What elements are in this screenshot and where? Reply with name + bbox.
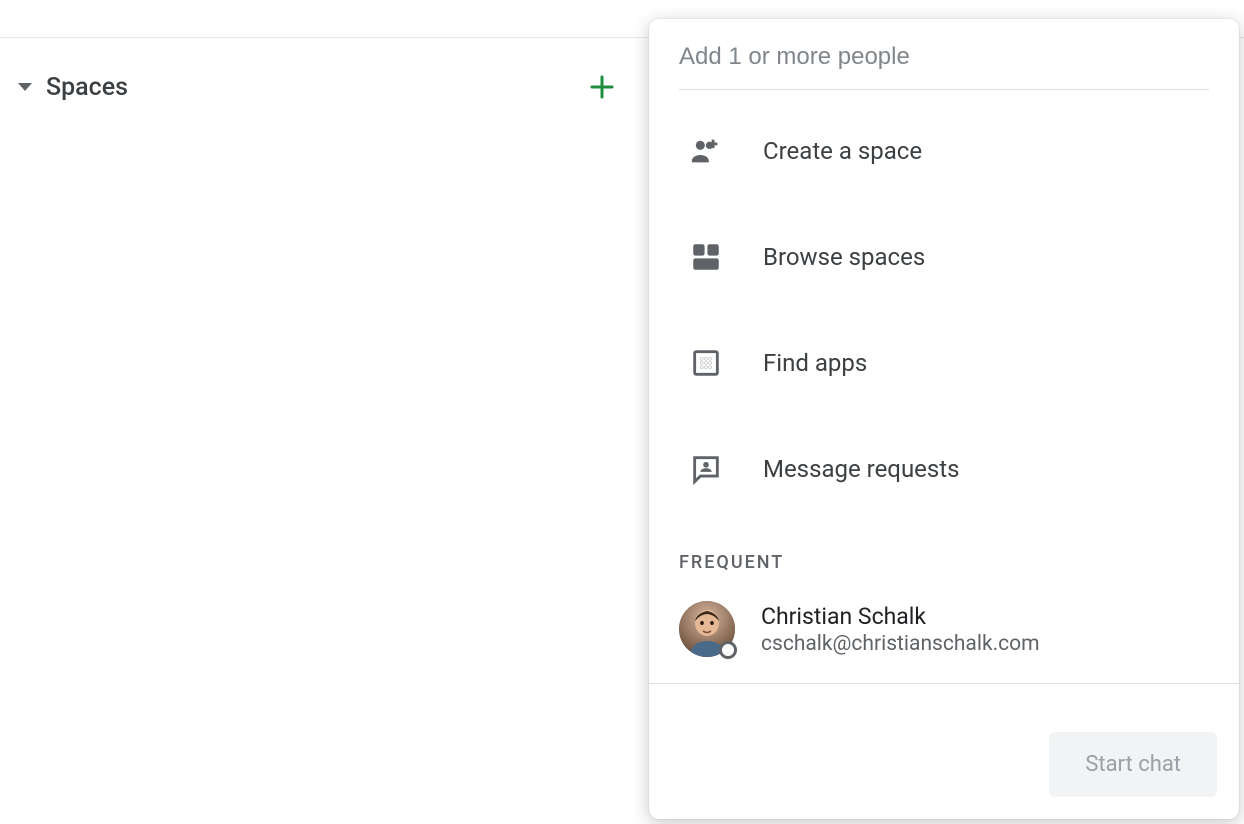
section-title: Spaces [46,73,582,102]
menu-item-create-space[interactable]: Create a space [649,98,1239,204]
start-chat-button[interactable]: Start chat [1049,732,1217,797]
menu-item-message-requests[interactable]: Message requests [649,416,1239,522]
menu-item-find-apps[interactable]: Find apps [649,310,1239,416]
caret-down-icon [18,83,32,91]
apps-icon [689,346,763,380]
spaces-section: Spaces [0,38,640,110]
new-chat-popup: Create a space Browse spaces Find apps M… [649,19,1239,819]
contact-email: cschalk@christianschalk.com [761,632,1040,656]
menu-item-browse-spaces[interactable]: Browse spaces [649,204,1239,310]
plus-icon [587,72,617,102]
menu-label: Find apps [763,349,867,377]
grid-icon [689,240,763,274]
menu-label: Create a space [763,137,922,165]
menu-label: Message requests [763,455,960,483]
spaces-section-header[interactable]: Spaces [0,38,640,110]
presence-idle-icon [719,641,737,659]
message-person-icon [689,452,763,486]
contact-name: Christian Schalk [761,603,1040,630]
contact-text: Christian Schalk cschalk@christianschalk… [761,603,1040,656]
avatar-wrap [679,601,735,657]
menu-list: Create a space Browse spaces Find apps M… [649,90,1239,522]
search-row [649,19,1239,89]
frequent-section-label: FREQUENT [649,522,1239,587]
people-search-input[interactable] [679,43,1209,71]
popup-footer: Start chat [649,714,1239,819]
menu-label: Browse spaces [763,243,925,271]
contact-item[interactable]: Christian Schalk cschalk@christianschalk… [649,587,1239,684]
group-add-icon [689,134,763,168]
add-space-button[interactable] [582,67,622,107]
